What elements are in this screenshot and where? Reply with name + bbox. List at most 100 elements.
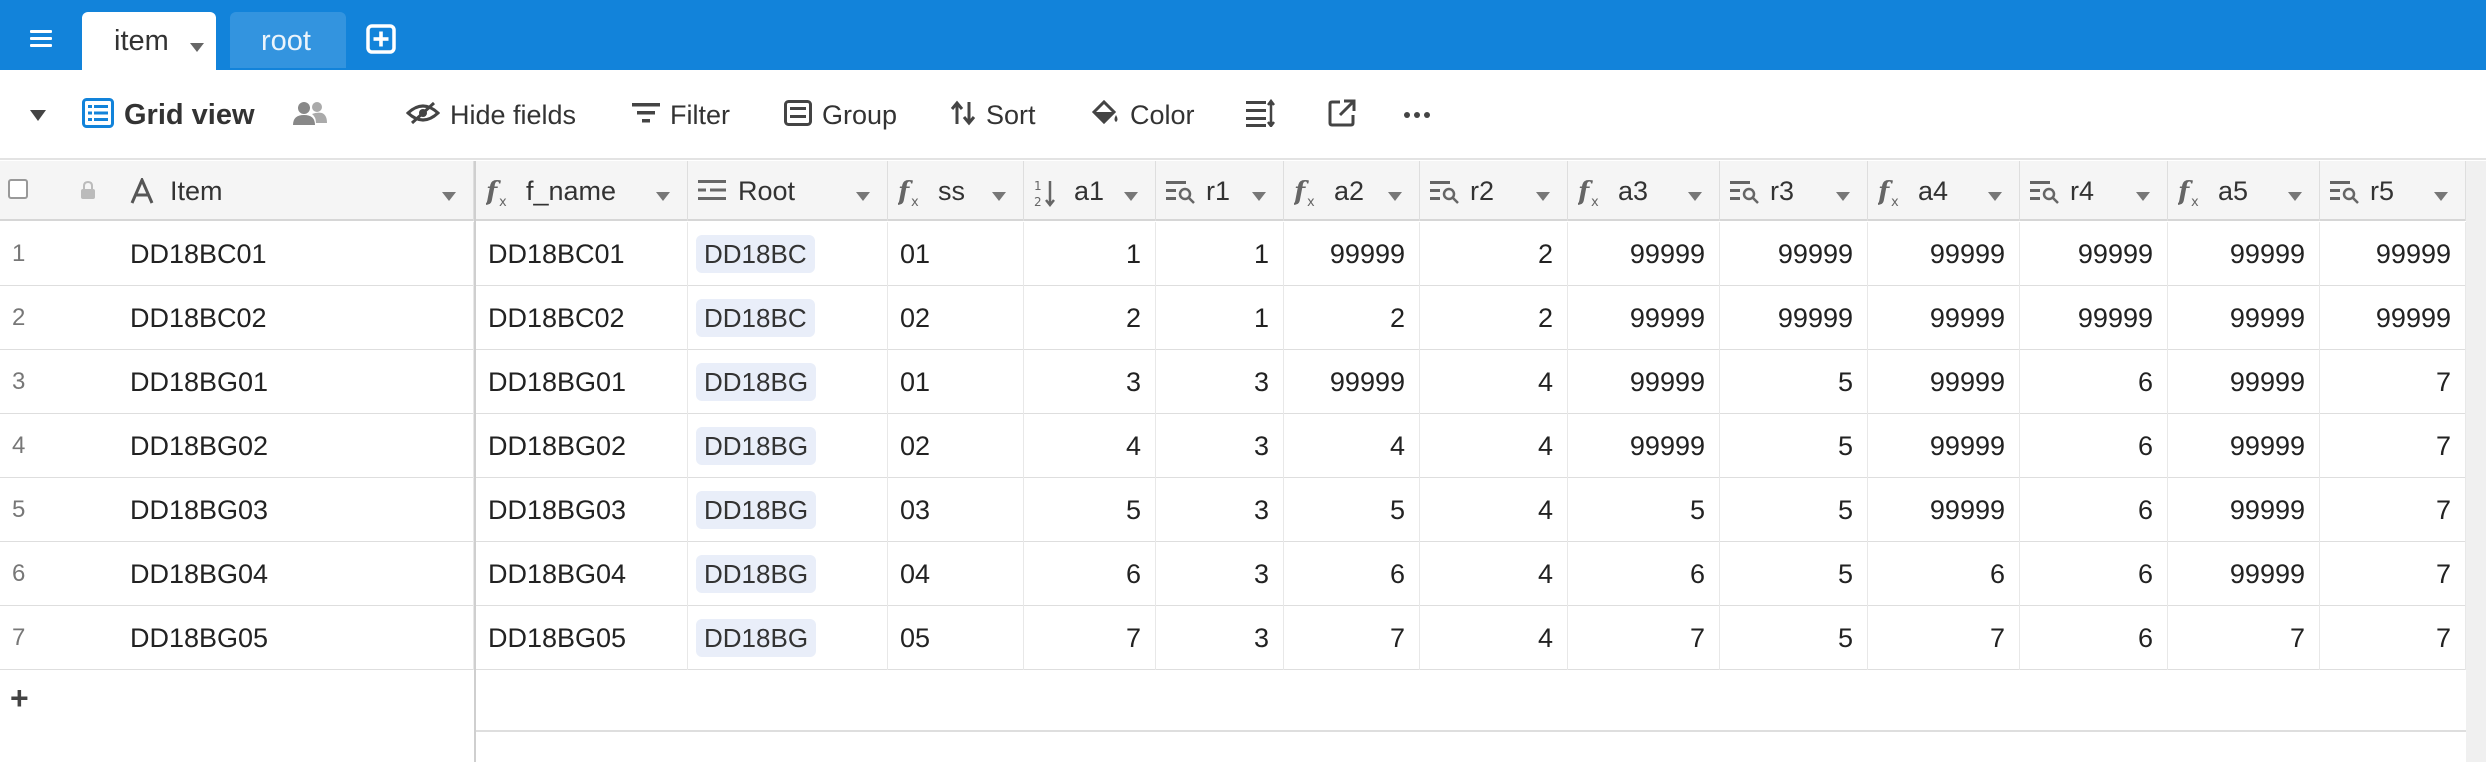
cell-r1[interactable]: 3 (1156, 542, 1284, 606)
share-view-button[interactable] (1328, 70, 1356, 160)
linked-record-chip[interactable]: DD18BC (696, 235, 815, 273)
cell-a3[interactable]: 99999 (1568, 222, 1720, 286)
filter-button[interactable]: Filter (632, 70, 730, 160)
menu-icon[interactable] (22, 20, 62, 60)
table-row[interactable]: 5 DD18BG03 DD18BG03 DD18BG 03 5 3 5 4 5 5 99999 6 999… (0, 478, 2466, 542)
chevron-down-icon[interactable] (2288, 188, 2302, 206)
linked-record-chip[interactable]: DD18BG (696, 555, 817, 593)
cell-r2[interactable]: 4 (1420, 350, 1568, 414)
collaborators-button[interactable] (292, 70, 328, 160)
cell-a1[interactable]: 1 (1024, 222, 1156, 286)
cell-a1[interactable]: 4 (1024, 414, 1156, 478)
more-options-button[interactable] (1404, 70, 1430, 160)
chevron-down-icon[interactable] (656, 188, 670, 206)
cell-r3[interactable]: 5 (1720, 606, 1868, 670)
cell-a4[interactable]: 99999 (1868, 478, 2020, 542)
cell-a5[interactable]: 99999 (2168, 350, 2320, 414)
chevron-down-icon[interactable] (1988, 188, 2002, 206)
cell-r2[interactable]: 2 (1420, 222, 1568, 286)
cell-a2[interactable]: 7 (1284, 606, 1420, 670)
cell-f-name[interactable]: DD18BC02 (476, 286, 688, 350)
cell-a5[interactable]: 99999 (2168, 286, 2320, 350)
linked-record-chip[interactable]: DD18BG (696, 427, 817, 465)
cell-r1[interactable]: 1 (1156, 286, 1284, 350)
cell-ss[interactable]: 05 (888, 606, 1024, 670)
cell-a1[interactable]: 5 (1024, 478, 1156, 542)
column-header-root[interactable]: Root (688, 161, 888, 221)
cell-root[interactable]: DD18BC (688, 286, 888, 350)
chevron-down-icon[interactable] (1836, 188, 1850, 206)
cell-root[interactable]: DD18BG (688, 478, 888, 542)
cell-a3[interactable]: 6 (1568, 542, 1720, 606)
table-row[interactable]: 7 DD18BG05 DD18BG05 DD18BG 05 7 3 7 4 7 5 7 6 7 7 (0, 606, 2466, 670)
chevron-down-icon[interactable] (1252, 188, 1266, 206)
cell-r5[interactable]: 7 (2320, 542, 2466, 606)
cell-a3[interactable]: 99999 (1568, 286, 1720, 350)
column-header-f-name[interactable]: f x f_name (476, 161, 688, 221)
cell-r1[interactable]: 3 (1156, 350, 1284, 414)
column-header-r3[interactable]: r3 (1720, 161, 1868, 221)
chevron-down-icon[interactable] (190, 39, 204, 57)
cell-ss[interactable]: 02 (888, 286, 1024, 350)
cell-r2[interactable]: 4 (1420, 414, 1568, 478)
cell-a4[interactable]: 99999 (1868, 414, 2020, 478)
cell-r3[interactable]: 99999 (1720, 222, 1868, 286)
cell-root[interactable]: DD18BG (688, 350, 888, 414)
table-row[interactable]: 2 DD18BC02 DD18BC02 DD18BC 02 2 1 2 2 99999 99999 9… (0, 286, 2466, 350)
group-button[interactable]: Group (784, 70, 897, 160)
cell-ss[interactable]: 02 (888, 414, 1024, 478)
cell-a4[interactable]: 7 (1868, 606, 2020, 670)
cell-a4[interactable]: 99999 (1868, 350, 2020, 414)
cell-r5[interactable]: 7 (2320, 606, 2466, 670)
chevron-down-icon[interactable] (1536, 188, 1550, 206)
chevron-down-icon[interactable] (2136, 188, 2150, 206)
cell-f-name[interactable]: DD18BC01 (476, 222, 688, 286)
cell-a4[interactable]: 99999 (1868, 222, 2020, 286)
add-table-icon[interactable] (366, 24, 396, 54)
cell-item[interactable]: 7 DD18BG05 (0, 606, 474, 670)
chevron-down-icon[interactable] (856, 188, 870, 206)
vertical-scrollbar-track[interactable] (2466, 161, 2486, 762)
cell-a1[interactable]: 7 (1024, 606, 1156, 670)
cell-r3[interactable]: 5 (1720, 350, 1868, 414)
cell-ss[interactable]: 04 (888, 542, 1024, 606)
cell-a1[interactable]: 2 (1024, 286, 1156, 350)
cell-a2[interactable]: 99999 (1284, 222, 1420, 286)
column-header-r1[interactable]: r1 (1156, 161, 1284, 221)
cell-a5[interactable]: 99999 (2168, 414, 2320, 478)
cell-r5[interactable]: 7 (2320, 350, 2466, 414)
sort-button[interactable]: Sort (950, 70, 1036, 160)
cell-a4[interactable]: 99999 (1868, 286, 2020, 350)
chevron-down-icon[interactable] (442, 188, 456, 206)
cell-a5[interactable]: 7 (2168, 606, 2320, 670)
column-header-r2[interactable]: r2 (1420, 161, 1568, 221)
table-row[interactable]: 6 DD18BG04 DD18BG04 DD18BG 04 6 3 6 4 6 5 6 6 99999 7 (0, 542, 2466, 606)
cell-root[interactable]: DD18BG (688, 414, 888, 478)
cell-r4[interactable]: 6 (2020, 478, 2168, 542)
chevron-down-icon[interactable] (1388, 188, 1402, 206)
cell-a3[interactable]: 99999 (1568, 350, 1720, 414)
cell-r4[interactable]: 6 (2020, 606, 2168, 670)
tab-item[interactable]: item (82, 12, 216, 70)
cell-ss[interactable]: 01 (888, 222, 1024, 286)
cell-a2[interactable]: 5 (1284, 478, 1420, 542)
cell-f-name[interactable]: DD18BG01 (476, 350, 688, 414)
cell-root[interactable]: DD18BG (688, 606, 888, 670)
chevron-down-icon[interactable] (992, 188, 1006, 206)
column-header-a2[interactable]: f x a2 (1284, 161, 1420, 221)
view-switcher-caret[interactable] (30, 70, 46, 160)
cell-ss[interactable]: 03 (888, 478, 1024, 542)
column-header-r4[interactable]: r4 (2020, 161, 2168, 221)
cell-r1[interactable]: 3 (1156, 414, 1284, 478)
linked-record-chip[interactable]: DD18BC (696, 299, 815, 337)
cell-r1[interactable]: 3 (1156, 606, 1284, 670)
cell-a2[interactable]: 2 (1284, 286, 1420, 350)
cell-item[interactable]: 4 DD18BG02 (0, 414, 474, 478)
cell-r2[interactable]: 4 (1420, 606, 1568, 670)
select-all-checkbox[interactable] (8, 179, 28, 199)
cell-root[interactable]: DD18BG (688, 542, 888, 606)
tab-root[interactable]: root (230, 12, 346, 68)
cell-r3[interactable]: 5 (1720, 542, 1868, 606)
column-header-a4[interactable]: f x a4 (1868, 161, 2020, 221)
cell-item[interactable]: 5 DD18BG03 (0, 478, 474, 542)
